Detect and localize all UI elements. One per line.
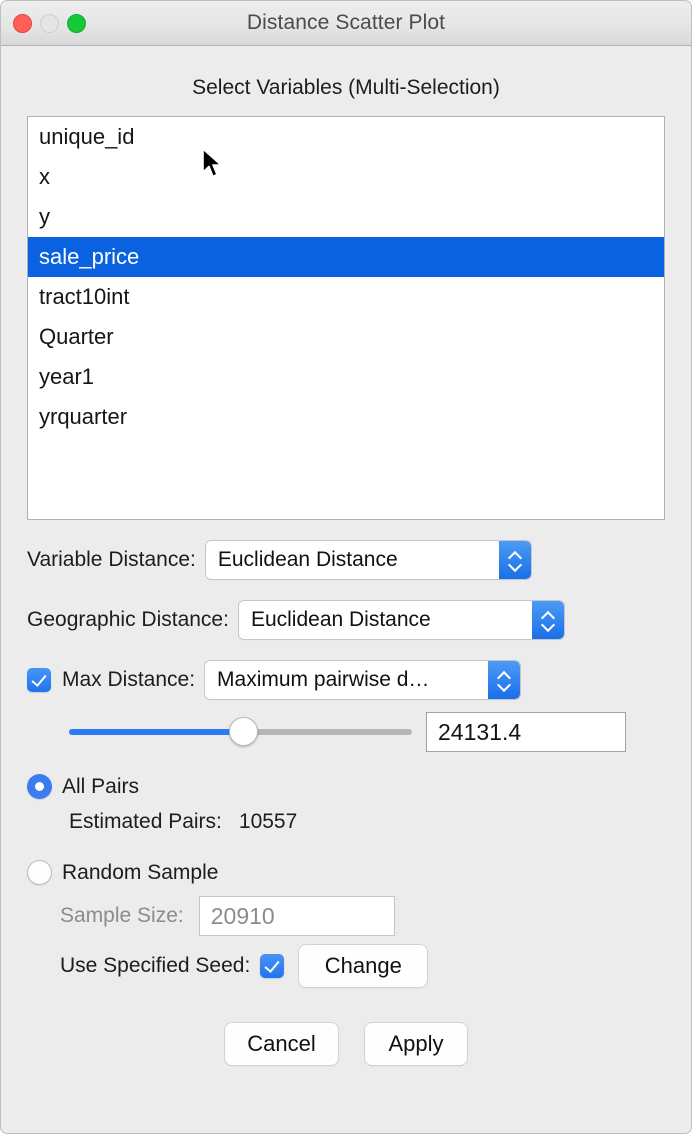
estimated-pairs-row: Estimated Pairs: 10557: [69, 810, 665, 834]
dialog-window: Distance Scatter Plot Select Variables (…: [0, 0, 692, 1134]
zoom-button[interactable]: [67, 14, 86, 33]
dialog-body: Select Variables (Multi-Selection) uniqu…: [1, 76, 691, 1065]
max-distance-row: Max Distance: Maximum pairwise d…: [27, 661, 665, 699]
footer-buttons: Cancel Apply: [27, 1023, 665, 1065]
traffic-light-group: [13, 14, 86, 33]
close-button[interactable]: [13, 14, 32, 33]
apply-button[interactable]: Apply: [365, 1023, 467, 1065]
estimated-pairs-value: 10557: [238, 810, 298, 833]
list-item[interactable]: yrquarter: [28, 397, 664, 437]
cancel-button[interactable]: Cancel: [225, 1023, 338, 1065]
all-pairs-label: All Pairs: [62, 774, 140, 798]
max-distance-value-field[interactable]: 24131.4: [426, 712, 626, 752]
max-distance-label: Max Distance:: [62, 668, 196, 691]
seed-checkbox[interactable]: [260, 954, 285, 978]
max-distance-checkbox[interactable]: [27, 668, 51, 692]
title-bar: Distance Scatter Plot: [1, 1, 691, 46]
change-seed-button[interactable]: Change: [299, 945, 428, 987]
all-pairs-radio[interactable]: [27, 774, 52, 799]
variable-distance-row: Variable Distance: Euclidean Distance: [27, 541, 665, 579]
sample-size-label: Sample Size:: [60, 904, 184, 927]
slider-thumb[interactable]: [229, 717, 259, 746]
seed-row: Use Specified Seed: Change: [60, 945, 665, 987]
variable-list[interactable]: unique_id x y sale_price tract10int Quar…: [27, 116, 665, 520]
chevron-down-icon: [542, 622, 554, 629]
list-item[interactable]: tract10int: [28, 277, 664, 317]
select-variables-heading: Select Variables (Multi-Selection): [192, 76, 500, 99]
slider-track-fill: [69, 729, 244, 735]
list-item[interactable]: x: [28, 157, 664, 197]
geographic-distance-select[interactable]: Euclidean Distance: [238, 601, 564, 639]
variable-distance-stepper[interactable]: [498, 541, 531, 579]
all-pairs-row[interactable]: All Pairs: [27, 774, 665, 799]
max-distance-method-stepper[interactable]: [488, 661, 521, 699]
max-distance-method-value: Maximum pairwise d…: [217, 668, 430, 691]
list-item-selected[interactable]: sale_price: [28, 237, 664, 277]
chevron-down-icon: [509, 562, 521, 569]
seed-label: Use Specified Seed:: [60, 954, 251, 977]
variable-distance-label: Variable Distance:: [27, 548, 196, 571]
random-sample-label: Random Sample: [62, 860, 219, 884]
geographic-distance-value: Euclidean Distance: [250, 608, 431, 631]
window-title: Distance Scatter Plot: [246, 11, 446, 34]
geographic-distance-label: Geographic Distance:: [27, 608, 229, 631]
random-sample-row[interactable]: Random Sample: [27, 860, 665, 885]
random-sample-radio[interactable]: [27, 860, 52, 885]
geographic-distance-row: Geographic Distance: Euclidean Distance: [27, 601, 665, 639]
chevron-down-icon: [498, 682, 510, 689]
max-distance-slider[interactable]: [69, 717, 412, 747]
list-item[interactable]: unique_id: [28, 117, 664, 157]
variable-distance-value: Euclidean Distance: [217, 548, 398, 571]
list-item[interactable]: Quarter: [28, 317, 664, 357]
sample-size-field[interactable]: 20910: [198, 896, 395, 936]
max-distance-method-select[interactable]: Maximum pairwise d…: [205, 661, 521, 699]
max-distance-slider-row: 24131.4: [27, 712, 665, 752]
sample-size-row: Sample Size: 20910: [60, 896, 665, 936]
variable-distance-select[interactable]: Euclidean Distance: [205, 541, 531, 579]
estimated-pairs-label: Estimated Pairs:: [69, 810, 222, 833]
geographic-distance-stepper[interactable]: [531, 601, 564, 639]
list-item[interactable]: year1: [28, 357, 664, 397]
minimize-button[interactable]: [40, 14, 59, 33]
list-item[interactable]: y: [28, 197, 664, 237]
